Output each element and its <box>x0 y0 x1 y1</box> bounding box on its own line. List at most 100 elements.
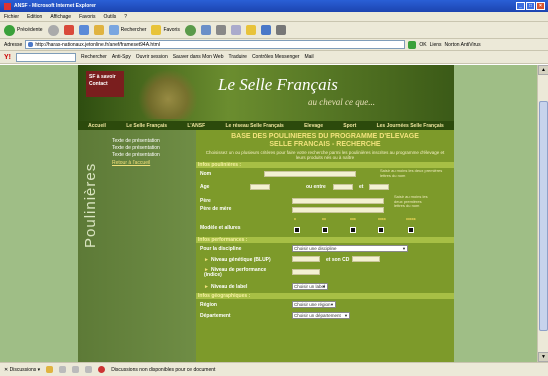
forward-button[interactable] <box>47 24 59 36</box>
address-label: Adresse <box>4 41 23 48</box>
scroll-up-arrow-icon[interactable]: ▲ <box>538 65 548 75</box>
edit-icon[interactable] <box>230 25 241 35</box>
menu-fichier[interactable]: Fichier <box>4 14 19 20</box>
toolbar-search-input[interactable] <box>16 52 76 62</box>
print-icon[interactable] <box>215 25 226 35</box>
cd-label: et son CD <box>326 257 350 263</box>
discussions-unavailable-icon <box>98 366 106 373</box>
discussion-tool-icon-2[interactable] <box>72 366 80 373</box>
stars-1-checkbox[interactable] <box>294 227 300 233</box>
messenger-icon[interactable] <box>260 25 271 35</box>
back-arrow-icon <box>4 24 15 36</box>
go-icon[interactable] <box>408 40 417 49</box>
links-button[interactable]: Liens <box>430 42 442 48</box>
save-web-button[interactable]: Sauver dans Mon Web <box>173 54 224 60</box>
menu-affichage[interactable]: Affichage <box>50 14 71 20</box>
nav-sport[interactable]: Sport <box>343 123 356 129</box>
toolbar-search-button[interactable]: Rechercher <box>81 54 107 60</box>
label-select[interactable]: Choisir un label <box>292 283 328 290</box>
nav-ansf[interactable]: L'ANSF <box>187 123 205 129</box>
site-logo[interactable]: Le Selle Français <box>218 75 338 95</box>
niveau-label-label: ► Niveau de label <box>204 284 248 290</box>
favorites-button[interactable]: Favoris <box>151 25 180 35</box>
contact-link[interactable]: Contact <box>89 81 121 88</box>
scroll-thumb[interactable] <box>539 101 548 331</box>
norton-button[interactable]: Norton AntiVirus <box>445 42 481 48</box>
pere-input[interactable] <box>292 198 384 204</box>
age-max-input[interactable] <box>369 184 389 190</box>
blup-input[interactable] <box>292 256 320 262</box>
row-region: Région Choisir une région <box>196 299 454 310</box>
indice-input[interactable] <box>292 269 320 275</box>
discipline-label: Pour la discipline <box>200 246 242 252</box>
side-link-3[interactable]: Texte de présentation <box>112 152 160 158</box>
departement-select[interactable]: Choisir un département <box>292 312 350 319</box>
nav-elevage[interactable]: Elevage <box>304 123 323 129</box>
stars-3-checkbox[interactable] <box>350 227 356 233</box>
menu-outils[interactable]: Outils <box>103 14 116 20</box>
side-link-1[interactable]: Texte de présentation <box>112 138 160 144</box>
age-min-input[interactable] <box>333 184 353 190</box>
stars-4-checkbox[interactable] <box>378 227 384 233</box>
discussions-button[interactable]: ✕ Discussions ▾ <box>4 367 40 373</box>
messenger-button[interactable]: Contrôles Messenger <box>252 54 300 60</box>
search-form: BASE DES POULINIERES DU PROGRAMME D'ELEV… <box>196 130 454 362</box>
horse-image <box>138 69 198 119</box>
stop-icon[interactable] <box>63 25 74 35</box>
nav-journees[interactable]: Les Journées Selle Français <box>377 123 444 129</box>
back-home-link[interactable]: Retour à l'accueil <box>112 160 160 166</box>
discipline-select[interactable]: Choisir une discipline <box>292 245 408 252</box>
age-between-label: ou entre <box>306 184 326 190</box>
stars-5: ***** <box>406 218 416 224</box>
region-select[interactable]: Choisir une région <box>292 301 336 308</box>
stars-1: * <box>294 218 296 224</box>
nav-selle-francais[interactable]: Le Selle Français <box>126 123 167 129</box>
close-button[interactable]: × <box>536 2 545 10</box>
menu-favoris[interactable]: Favoris <box>79 14 95 20</box>
refresh-icon[interactable] <box>78 25 89 35</box>
scroll-down-arrow-icon[interactable]: ▼ <box>538 352 548 362</box>
minimize-button[interactable]: _ <box>516 2 525 10</box>
translate-button[interactable]: Traduire <box>229 54 247 60</box>
discussion-tool-icon-3[interactable] <box>85 366 93 373</box>
nav-reseau[interactable]: Le réseau Selle Français <box>225 123 283 129</box>
tools-icon[interactable] <box>275 25 286 35</box>
stars-2-checkbox[interactable] <box>322 227 328 233</box>
yahoo-logo-icon[interactable]: Y! <box>4 54 11 61</box>
age-and-label: et <box>359 184 364 190</box>
brand-tag[interactable]: SF à savoir Contact <box>86 71 124 97</box>
pere-label: Père <box>200 198 211 204</box>
mail-icon[interactable] <box>200 25 211 35</box>
age-input[interactable] <box>250 184 270 190</box>
stars-5-checkbox[interactable] <box>408 227 414 233</box>
search-icon <box>108 25 119 35</box>
pere-mere-input[interactable] <box>292 207 384 213</box>
address-input[interactable]: http://haras-nationaux.jetonline.fr/anef… <box>25 40 406 49</box>
site-container: SF à savoir Contact Le Selle Français au… <box>78 65 454 362</box>
back-button[interactable]: Précédente <box>4 24 43 36</box>
discussion-tool-icon[interactable] <box>59 366 67 373</box>
modele-label: Modèle et allures <box>200 225 241 231</box>
menu-help[interactable]: ? <box>124 14 127 20</box>
search-button[interactable]: Rechercher <box>108 25 146 35</box>
nav-accueil[interactable]: Accueil <box>88 123 106 129</box>
favorites-label: Favoris <box>163 27 180 33</box>
history-icon[interactable] <box>184 24 196 36</box>
maximize-button[interactable]: □ <box>526 2 535 10</box>
side-title: Poulinières <box>82 162 99 248</box>
home-icon[interactable] <box>93 25 104 35</box>
mail-button[interactable]: Mail <box>304 54 313 60</box>
session-button[interactable]: Ouvrir session <box>136 54 168 60</box>
discussion-new-icon[interactable] <box>46 366 54 373</box>
antispy-button[interactable]: Anti-Spy <box>112 54 131 60</box>
nom-input[interactable] <box>264 171 356 177</box>
side-link-2[interactable]: Texte de présentation <box>112 145 160 151</box>
menu-edition[interactable]: Edition <box>27 14 42 20</box>
ie-icon <box>4 2 11 10</box>
form-intro: Choisissez un ou plusieurs critères pour… <box>205 150 445 160</box>
page-scrollbar[interactable]: ▲ ▼ <box>537 65 548 362</box>
row-modele: Modèle et allures * ** *** **** ***** <box>196 218 454 236</box>
cd-input[interactable] <box>352 256 380 262</box>
go-button[interactable]: OK <box>419 42 426 48</box>
folder-icon[interactable] <box>245 25 256 35</box>
